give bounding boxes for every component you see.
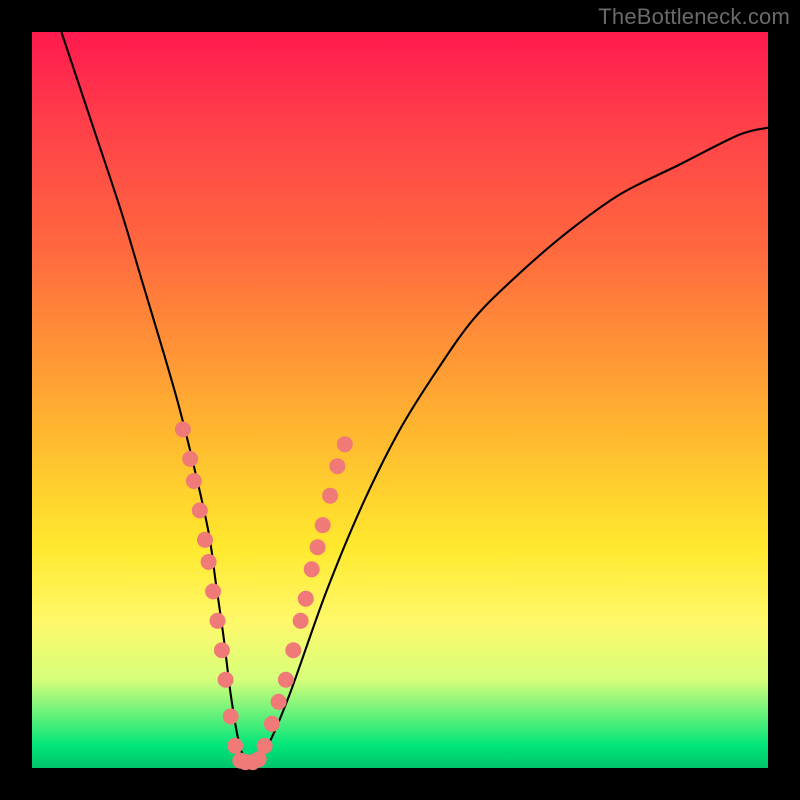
highlight-dot <box>298 591 313 606</box>
highlight-dot <box>223 709 238 724</box>
highlight-dot <box>264 716 279 731</box>
highlight-dot <box>183 451 198 466</box>
highlight-dot <box>186 474 201 489</box>
highlight-dot <box>315 518 330 533</box>
highlight-dot <box>286 643 301 658</box>
highlight-dot <box>304 562 319 577</box>
highlight-dot <box>192 503 207 518</box>
chart-frame: TheBottleneck.com <box>0 0 800 800</box>
plot-area <box>32 32 768 768</box>
highlight-dot <box>293 613 308 628</box>
highlight-dot <box>310 540 325 555</box>
highlight-dot <box>210 613 225 628</box>
highlight-dot <box>198 532 213 547</box>
highlight-dot <box>228 738 243 753</box>
highlight-dot <box>257 738 272 753</box>
highlight-dot <box>278 672 293 687</box>
highlight-dot <box>330 459 345 474</box>
highlight-dot <box>218 672 233 687</box>
highlight-dot <box>251 752 266 767</box>
highlight-dot <box>323 488 338 503</box>
highlight-dot <box>175 422 190 437</box>
chart-svg <box>32 32 768 768</box>
watermark-text: TheBottleneck.com <box>598 4 790 30</box>
highlight-dot <box>271 694 286 709</box>
bottleneck-curve <box>61 32 768 763</box>
highlight-dot <box>214 643 229 658</box>
highlight-dot <box>201 554 216 569</box>
highlight-dot <box>206 584 221 599</box>
highlight-dot <box>337 437 352 452</box>
